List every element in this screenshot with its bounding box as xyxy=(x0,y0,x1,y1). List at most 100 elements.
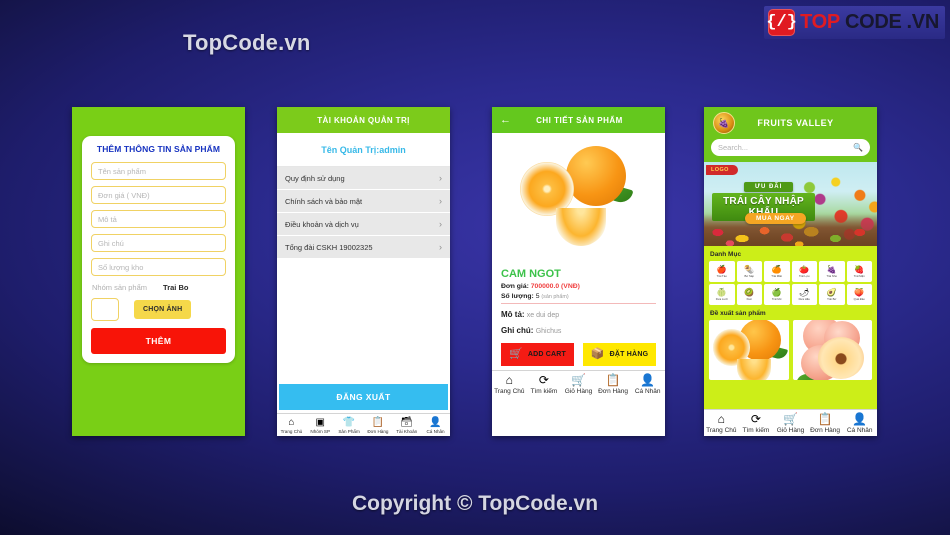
peach-half-shape xyxy=(818,337,864,379)
package-icon: 📦 xyxy=(590,348,605,360)
category-label: Trái Nho xyxy=(826,274,838,278)
list-item-hotline[interactable]: Tổng đài CSKH 19002325 › xyxy=(277,236,450,259)
place-order-button[interactable]: 📦 ĐẶT HÀNG xyxy=(583,343,656,366)
search-input[interactable]: Search... xyxy=(718,143,748,152)
search-bar[interactable]: Search... 🔍 xyxy=(711,139,870,156)
suggested-products xyxy=(704,320,877,380)
nav-label: Cá Nhân xyxy=(846,427,873,434)
back-arrow-icon[interactable]: ← xyxy=(500,115,522,126)
tangerine-icon: 🍊 xyxy=(771,265,782,274)
banner-logo-badge: LOGO xyxy=(706,165,738,175)
orange-wedge-shape xyxy=(737,359,771,380)
nav-item-accounts[interactable]: 🗃 Tài Khoản xyxy=(392,417,421,434)
logout-button[interactable]: ĐĂNG XUẤT xyxy=(279,384,448,410)
orders-icon: 📋 xyxy=(817,412,833,426)
strawberry-icon: 🍓 xyxy=(854,265,865,274)
product-price-input[interactable]: Đơn giá ( VNĐ) xyxy=(91,186,226,204)
category-item-trai-mo[interactable]: 🍏 Trái Mơ xyxy=(764,284,790,305)
search-icon[interactable]: 🔍 xyxy=(853,143,863,152)
category-item-trai-luu[interactable]: 🍅 Trái Lựu xyxy=(791,261,817,282)
product-name-input[interactable]: Tên sản phẩm xyxy=(91,162,226,180)
nav-item-profile[interactable]: 👤 Cá Nhân xyxy=(421,417,450,434)
nav-item-orders[interactable]: 📋 Đơn Hàng xyxy=(808,412,843,435)
category-item-trai-bo[interactable]: 🥑 Trái Bơ xyxy=(819,284,845,305)
product-image xyxy=(515,138,642,262)
nav-item-product-groups[interactable]: ▣ Nhóm SP xyxy=(306,417,335,434)
product-note-row: Ghi chú: Ghichus xyxy=(501,326,656,335)
list-item-label: Tổng đài CSKH 19002325 xyxy=(285,242,373,252)
product-description-input[interactable]: Mô tả xyxy=(91,210,226,228)
cart-icon: 🛒 xyxy=(508,348,523,360)
add-to-cart-button[interactable]: 🛒 ADD CART xyxy=(501,343,574,366)
nav-item-orders[interactable]: 📋 Đơn Hàng xyxy=(596,374,631,396)
nav-label: Trang Chủ xyxy=(280,429,303,434)
product-image-wrap xyxy=(492,133,665,264)
list-item-privacy-policy[interactable]: Chính sách và bảo mật › xyxy=(277,190,450,213)
nav-item-products[interactable]: 👕 Sản Phẩm xyxy=(335,417,364,434)
product-card-orange[interactable] xyxy=(709,320,789,380)
category-item-trai-man[interactable]: 🍊 Trái Măn xyxy=(764,261,790,282)
brand-name: FRUITS VALLEY xyxy=(757,118,834,128)
divider xyxy=(501,303,656,304)
nav-item-search[interactable]: ⟳ Tìm kiếm xyxy=(527,373,562,396)
nav-item-home[interactable]: ⌂ Trang Chủ xyxy=(492,373,527,396)
search-icon: ⟳ xyxy=(750,412,761,426)
account-icon: 🗃 xyxy=(400,417,414,428)
category-label: Kiwi xyxy=(746,297,752,301)
orders-icon: 📋 xyxy=(371,417,385,428)
list-item-terms-of-service[interactable]: Điều khoản và dịch vụ › xyxy=(277,213,450,236)
promo-banner[interactable]: LOGO ƯU ĐÃI TRÁI CÂY NHẬP KHẨU MUA NGAY xyxy=(704,162,877,246)
folder-icon: ▣ xyxy=(315,417,325,428)
nav-label: Đơn Hàng xyxy=(598,388,629,395)
category-item-kiwi[interactable]: 🥝 Kiwi xyxy=(736,284,762,305)
price-currency: (VNĐ) xyxy=(561,283,580,290)
place-order-label: ĐẶT HÀNG xyxy=(609,351,649,358)
nav-item-cart[interactable]: 🛒 Giỏ Hàng xyxy=(773,413,808,435)
nav-label: Cá Nhân xyxy=(634,388,661,395)
nav-item-search[interactable]: ⟳ Tìm kiếm xyxy=(739,412,774,435)
phone-screen-admin-account: TÀI KHOẢN QUẢN TRỊ Tên Quản Trị:admin Qu… xyxy=(277,107,450,436)
category-item-trai-nho[interactable]: 🍇 Trái Nho xyxy=(819,261,845,282)
category-item-trai-tao[interactable]: 🍎 Trái Táo xyxy=(709,261,735,282)
category-label: Bơ Sáp xyxy=(744,274,754,278)
product-card-peach[interactable] xyxy=(792,320,872,380)
category-label: Trái Lựu xyxy=(799,274,810,278)
category-item-dua-hau[interactable]: 🌶 Dưa Hấu xyxy=(791,284,817,305)
nav-item-profile[interactable]: 👤 Cá Nhân xyxy=(842,413,877,435)
nav-item-home[interactable]: ⌂ Trang Chủ xyxy=(277,417,306,434)
image-preview-box[interactable] xyxy=(91,298,119,321)
orange-whole-shape xyxy=(565,146,626,206)
product-detail-body: CAM NGOT Đơn giá: 700000.0 (VNĐ) Số lượn… xyxy=(492,264,665,342)
list-item-usage-rules[interactable]: Quy định sử dụng › xyxy=(277,167,450,190)
category-item-bo-sap[interactable]: 🌯 Bơ Sáp xyxy=(736,261,762,282)
add-product-submit-button[interactable]: THÊM xyxy=(91,328,226,354)
apple-icon: 🍎 xyxy=(716,265,727,274)
nav-label: Giỏ Hàng xyxy=(776,427,805,434)
pick-image-button[interactable]: CHỌN ẢNH xyxy=(134,300,192,319)
phone-screen-add-product: THÊM THÔNG TIN SẢN PHẨM Tên sản phẩm Đơn… xyxy=(72,107,245,436)
home-icon: ⌂ xyxy=(717,412,725,426)
product-group-value[interactable]: Trai Bo xyxy=(163,283,188,292)
banner-cta-button[interactable]: MUA NGAY xyxy=(745,213,806,224)
kiwi-icon: 🥝 xyxy=(744,288,755,297)
nav-item-cart[interactable]: 🛒 Giỏ Hàng xyxy=(561,374,596,396)
nav-item-profile[interactable]: 👤 Cá Nhân xyxy=(630,374,665,396)
search-icon: ⟳ xyxy=(538,373,549,387)
orange-illustration xyxy=(709,320,789,380)
home-header: 🍇 FRUITS VALLEY Search... 🔍 xyxy=(704,107,877,162)
category-item-qua-dao[interactable]: 🍑 Quả Đào xyxy=(846,284,872,305)
nav-item-orders[interactable]: 📋 Đơn Hàng xyxy=(363,417,392,434)
category-item-dua-luoi[interactable]: 🍈 Dưa Lưới xyxy=(709,284,735,305)
product-note-input[interactable]: Ghi chú xyxy=(91,234,226,252)
nav-item-home[interactable]: ⌂ Trang Chủ xyxy=(704,412,739,435)
fruit-basket-icon: 🍇 xyxy=(713,112,735,134)
list-item-label: Chính sách và bảo mật xyxy=(285,196,363,206)
product-detail-header: ← CHI TIẾT SẢN PHẨM xyxy=(492,107,665,133)
product-stock-input[interactable]: Số lượng kho xyxy=(91,258,226,276)
category-item-trai-man-2[interactable]: 🍓 Trái Mận xyxy=(846,261,872,282)
category-label: Trái Măn xyxy=(771,274,783,278)
nav-label: Đơn Hàng xyxy=(367,429,389,434)
green-apple-icon: 🍏 xyxy=(771,288,782,297)
home-icon: ⌂ xyxy=(505,373,513,387)
qty-value: 5 xyxy=(535,293,540,300)
